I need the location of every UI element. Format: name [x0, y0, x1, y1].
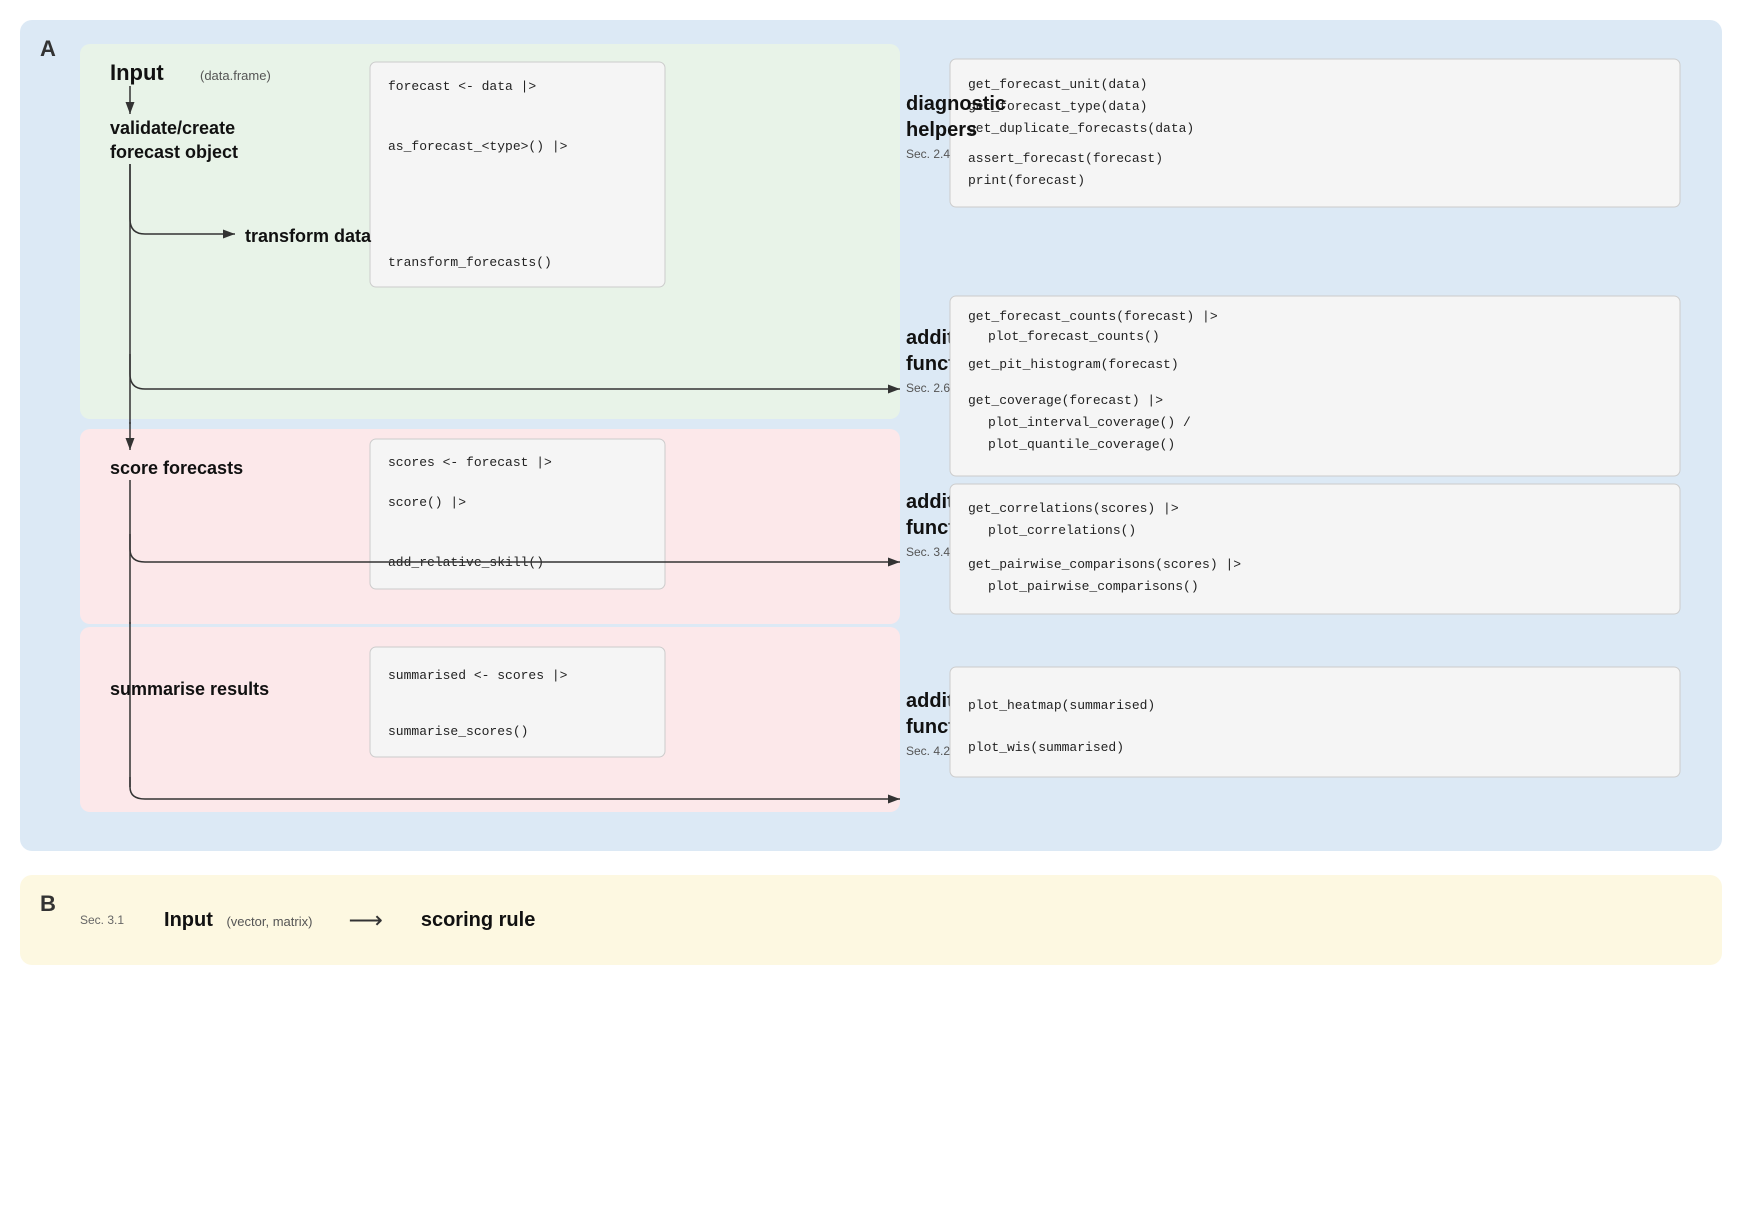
- code-line-2: as_forecast_<type>() |>: [388, 139, 568, 154]
- panel-b-sec-label: Sec. 3.1: [80, 913, 124, 927]
- panel-b-input-sub: (vector, matrix): [226, 914, 312, 929]
- code-line-3: transform_forecasts(): [388, 255, 552, 270]
- code-scores-2: score() |>: [388, 495, 466, 510]
- afc1-1: get_forecast_counts(forecast) |>: [968, 309, 1218, 324]
- panel-a: A Sec. 2.2 Sec. 2.3 Sec. 2.5 Sec. 3.1 Se…: [20, 20, 1722, 851]
- input-sub: (data.frame): [200, 68, 271, 83]
- add-func-1-sec: Sec. 2.6: [906, 381, 950, 395]
- afc1-2: plot_forecast_counts(): [988, 329, 1160, 344]
- validate-label-2: forecast object: [110, 142, 238, 162]
- afc1-3: get_pit_histogram(forecast): [968, 357, 1179, 372]
- afc3-1: plot_heatmap(summarised): [968, 698, 1155, 713]
- score-label: score forecasts: [110, 458, 243, 478]
- code-box-3: [370, 647, 665, 757]
- diag-label-2: helpers: [906, 119, 977, 141]
- afc1-5: plot_interval_coverage() /: [988, 415, 1191, 430]
- sum-code-2: summarise_scores(): [388, 724, 528, 739]
- code-scores-1: scores <- forecast |>: [388, 455, 552, 470]
- panel-a-label: A: [40, 36, 56, 62]
- summarise-diagram: Sec. 4.1 summarise results summarised <-…: [80, 627, 1700, 827]
- panel-b-content: Sec. 3.1 Input (vector, matrix) ⟶ scorin…: [80, 906, 535, 935]
- diag-sec: Sec. 2.4: [906, 147, 950, 161]
- diag-code-4: assert_forecast(forecast): [968, 151, 1163, 166]
- panel-b-input-label: Input (vector, matrix): [164, 909, 312, 932]
- add-func-box-3: [950, 667, 1680, 777]
- diag-code-5: print(forecast): [968, 173, 1085, 188]
- afc2-2: plot_correlations(): [988, 523, 1136, 538]
- panel-b-result-label: scoring rule: [421, 909, 535, 932]
- input-label: Input: [110, 60, 164, 85]
- diag-label-1: diagnostic: [906, 93, 1006, 115]
- transform-label: transform data: [245, 226, 372, 246]
- sum-code-1: summarised <- scores |>: [388, 668, 568, 683]
- code-line-1: forecast <- data |>: [388, 79, 536, 94]
- add-func-3-sec: Sec. 4.2: [906, 744, 950, 758]
- afc2-1: get_correlations(scores) |>: [968, 501, 1179, 516]
- diagram-container: Sec. 2.2 Sec. 2.3 Sec. 2.5 Sec. 3.1 Sec.…: [80, 44, 1698, 827]
- afc1-4: get_coverage(forecast) |>: [968, 393, 1163, 408]
- panel-b-label: B: [40, 891, 56, 917]
- code-box-1: [370, 62, 665, 287]
- validate-label-1: validate/create: [110, 118, 235, 138]
- panel-b: B Sec. 3.1 Input (vector, matrix) ⟶ scor…: [20, 875, 1722, 965]
- panel-b-arrow: ⟶: [348, 906, 384, 935]
- afc2-4: plot_pairwise_comparisons(): [988, 579, 1199, 594]
- flow-diagram: Sec. 2.2 Sec. 2.3 Sec. 2.5 Sec. 3.1 Sec.…: [80, 44, 1700, 634]
- afc1-6: plot_quantile_coverage(): [988, 437, 1175, 452]
- diag-code-3: get_duplicate_forecasts(data): [968, 121, 1194, 136]
- add-func-2-sec: Sec. 3.4: [906, 545, 950, 559]
- summarise-label: summarise results: [110, 679, 269, 699]
- afc2-3: get_pairwise_comparisons(scores) |>: [968, 557, 1241, 572]
- afc3-2: plot_wis(summarised): [968, 740, 1124, 755]
- diag-code-1: get_forecast_unit(data): [968, 77, 1147, 92]
